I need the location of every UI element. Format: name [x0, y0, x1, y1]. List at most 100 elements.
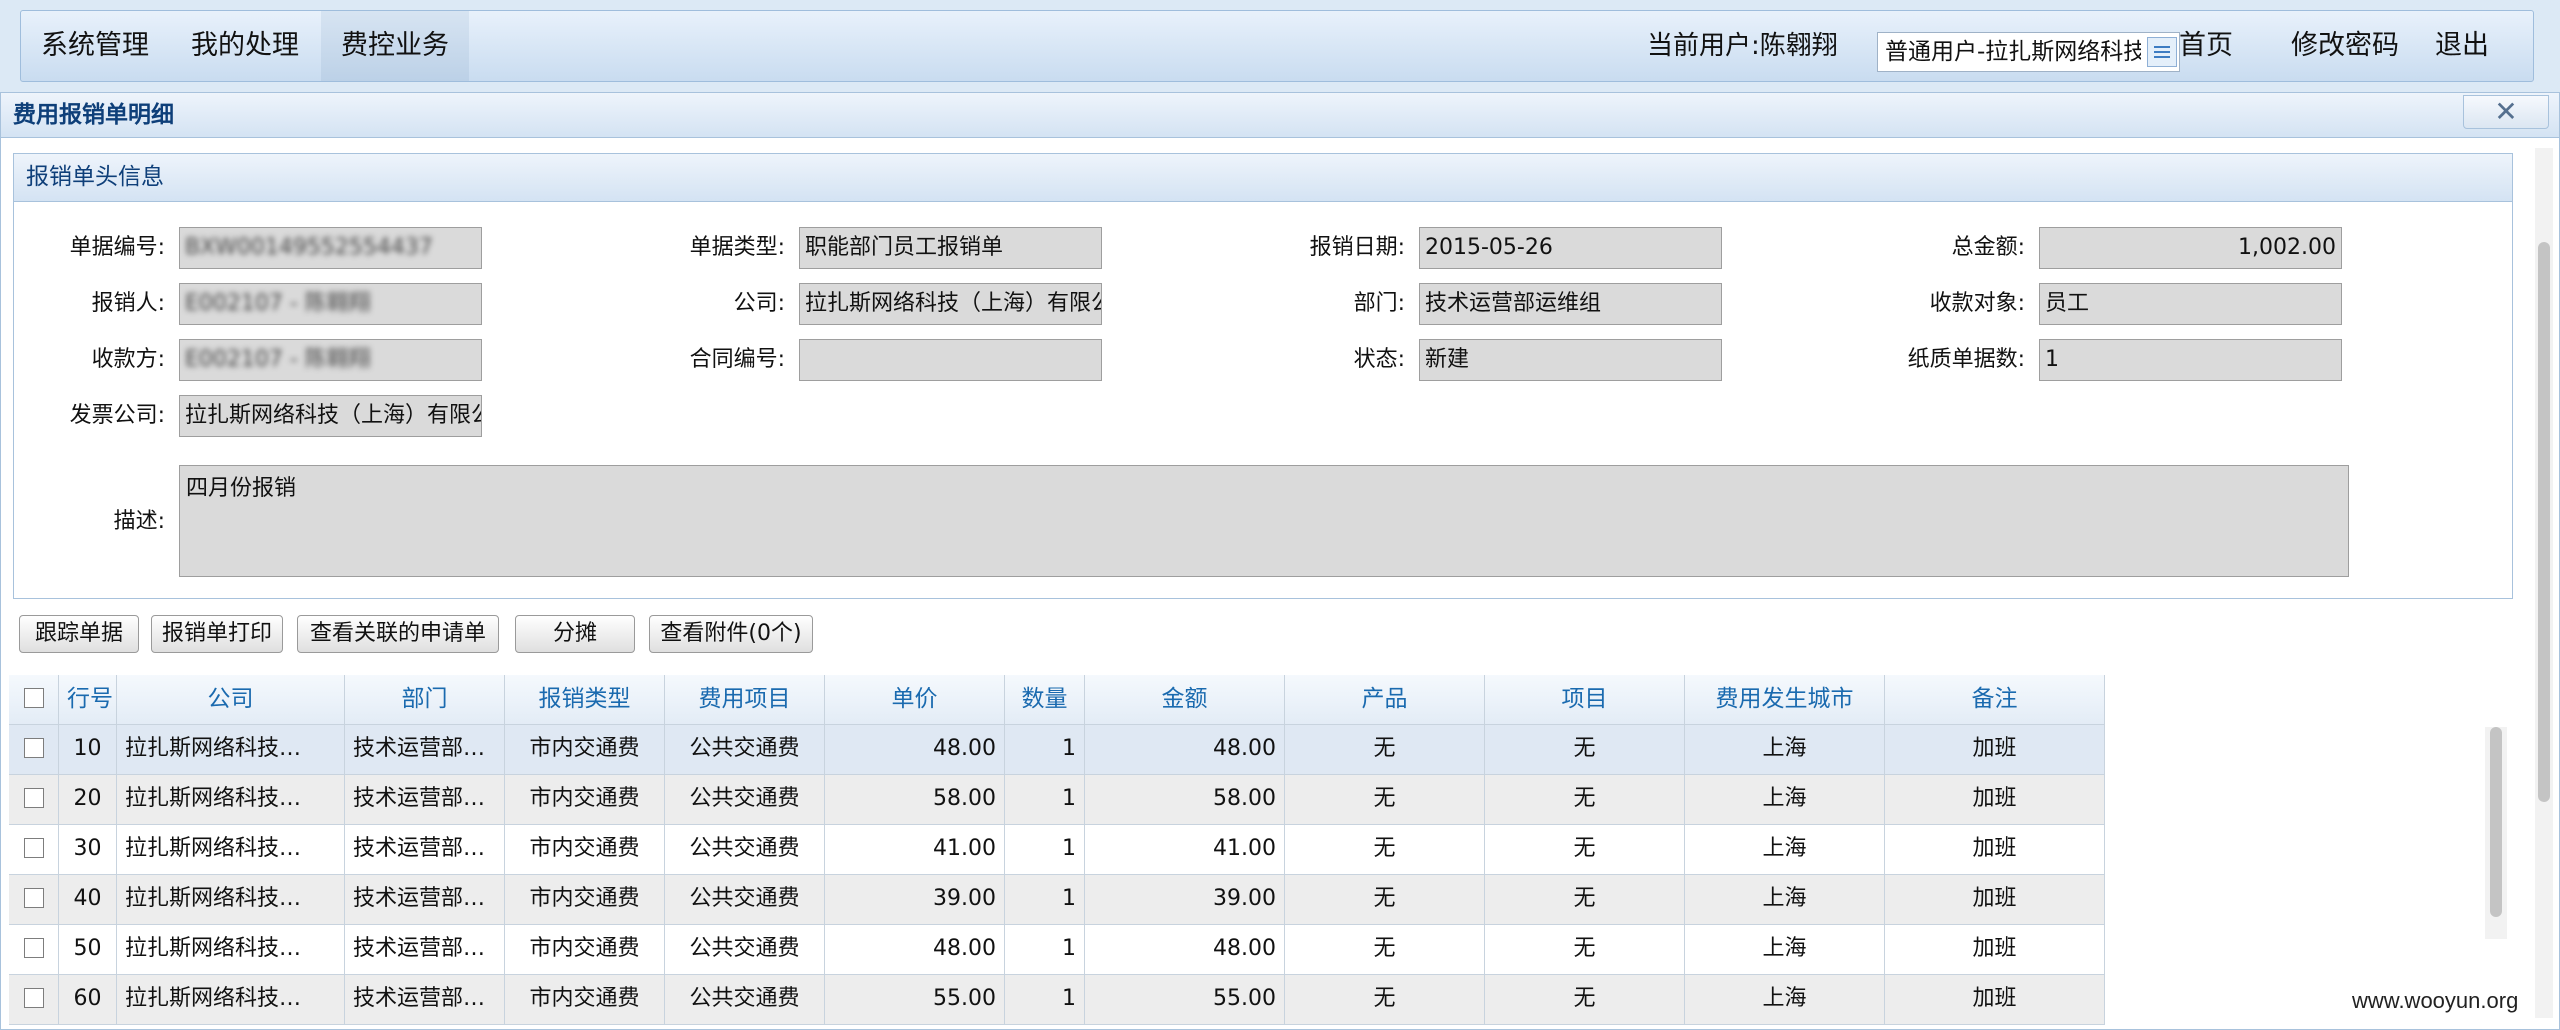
col-header-company[interactable]: 公司 — [117, 675, 345, 725]
select-all-checkbox[interactable] — [23, 688, 44, 708]
claim-date-field: 2015-05-26 — [1419, 227, 1722, 269]
cell-city: 上海 — [1685, 775, 1885, 825]
allocate-button[interactable]: 分摊 — [515, 615, 635, 653]
row-checkbox-cell[interactable] — [9, 725, 59, 775]
row-checkbox-cell[interactable] — [9, 825, 59, 875]
view-related-request-button[interactable]: 查看关联的申请单 — [297, 615, 499, 653]
paper-docs-label: 纸质单据数: — [1907, 347, 2025, 372]
cell-project: 无 — [1485, 975, 1685, 1025]
user-role-select[interactable]: 普通用户-拉扎斯网络科技 — [1877, 32, 2180, 72]
cell-product: 无 — [1285, 775, 1485, 825]
cell-remark: 加班 — [1885, 825, 2105, 875]
current-user-label: 当前用户:陈翱翔 — [1647, 31, 1838, 61]
cell-product: 无 — [1285, 975, 1485, 1025]
track-document-button[interactable]: 跟踪单据 — [19, 615, 139, 653]
row-checkbox[interactable] — [23, 787, 44, 808]
row-checkbox-cell[interactable] — [9, 925, 59, 975]
cell-amount: 39.00 — [1085, 875, 1285, 925]
doc-no-value: BXW00149552554437 — [185, 235, 433, 260]
cell-remark: 加班 — [1885, 875, 2105, 925]
cell-claim-type: 市内交通费 — [505, 775, 665, 825]
print-claim-button[interactable]: 报销单打印 — [151, 615, 283, 653]
cell-line-no: 50 — [59, 925, 117, 975]
col-header-claim-type[interactable]: 报销类型 — [505, 675, 665, 725]
watermark: www.wooyun.org — [2352, 988, 2519, 1013]
col-header-line-no[interactable]: 行号 — [59, 675, 117, 725]
claimant-label: 报销人: — [91, 291, 165, 316]
cell-company: 拉扎斯网络科技… — [117, 975, 345, 1025]
logout-link[interactable]: 退出 — [2435, 11, 2489, 81]
row-checkbox-cell[interactable] — [9, 775, 59, 825]
grid-scrollbar-thumb[interactable] — [2490, 727, 2502, 917]
col-header-remark[interactable]: 备注 — [1885, 675, 2105, 725]
col-header-unit-price[interactable]: 单价 — [825, 675, 1005, 725]
payee-field: E002107 - 陈翱翔 — [179, 339, 482, 381]
cell-line-no: 30 — [59, 825, 117, 875]
cell-unit-price: 55.00 — [825, 975, 1005, 1025]
list-icon[interactable] — [2147, 37, 2177, 67]
cell-expense-item: 公共交通费 — [665, 725, 825, 775]
cell-project: 无 — [1485, 775, 1685, 825]
select-all-checkbox-cell[interactable] — [9, 675, 59, 725]
paper-docs-field: 1 — [2039, 339, 2342, 381]
grid-scrollbar[interactable] — [2485, 727, 2507, 939]
cell-product: 无 — [1285, 825, 1485, 875]
row-checkbox[interactable] — [23, 987, 44, 1008]
contract-no-field — [799, 339, 1102, 381]
menu-expense-control[interactable]: 费控业务 — [321, 11, 469, 81]
col-header-quantity[interactable]: 数量 — [1005, 675, 1085, 725]
claimant-value: E002107 - 陈翱翔 — [185, 291, 371, 316]
col-header-product[interactable]: 产品 — [1285, 675, 1485, 725]
cell-unit-price: 58.00 — [825, 775, 1005, 825]
row-checkbox[interactable] — [23, 937, 44, 958]
cell-expense-item: 公共交通费 — [665, 875, 825, 925]
row-checkbox[interactable] — [23, 737, 44, 758]
payee-value: E002107 - 陈翱翔 — [185, 347, 371, 372]
menu-my-tasks[interactable]: 我的处理 — [171, 11, 319, 81]
col-header-city[interactable]: 费用发生城市 — [1685, 675, 1885, 725]
cell-expense-item: 公共交通费 — [665, 925, 825, 975]
cell-quantity: 1 — [1005, 925, 1085, 975]
cell-claim-type: 市内交通费 — [505, 825, 665, 875]
doc-type-field: 职能部门员工报销单 — [799, 227, 1102, 269]
row-checkbox-cell[interactable] — [9, 875, 59, 925]
col-header-department[interactable]: 部门 — [345, 675, 505, 725]
total-amount-label: 总金额: — [1951, 235, 2025, 260]
company-label: 公司: — [733, 291, 785, 316]
cell-claim-type: 市内交通费 — [505, 975, 665, 1025]
cell-quantity: 1 — [1005, 975, 1085, 1025]
cell-project: 无 — [1485, 875, 1685, 925]
user-role-select-value: 普通用户-拉扎斯网络科技 — [1885, 39, 2141, 65]
view-attachments-button[interactable]: 查看附件(0个) — [649, 615, 813, 653]
expense-lines-grid: 行号 公司 部门 报销类型 费用项目 单价 数量 金额 产品 项目 费用发生城市… — [9, 675, 2513, 1025]
close-icon[interactable]: ✕ — [2463, 95, 2549, 129]
col-header-expense-item[interactable]: 费用项目 — [665, 675, 825, 725]
row-checkbox[interactable] — [23, 887, 44, 908]
col-header-amount[interactable]: 金额 — [1085, 675, 1285, 725]
cell-project: 无 — [1485, 825, 1685, 875]
menu-system-management[interactable]: 系统管理 — [21, 11, 169, 81]
cell-city: 上海 — [1685, 825, 1885, 875]
change-password-link[interactable]: 修改密码 — [2291, 11, 2399, 81]
cell-remark: 加班 — [1885, 975, 2105, 1025]
row-checkbox[interactable] — [23, 837, 44, 858]
scrollbar-thumb[interactable] — [2538, 242, 2550, 802]
home-link[interactable]: 首页 — [2179, 11, 2233, 81]
description-label: 描述: — [113, 509, 165, 534]
department-field: 技术运营部运维组 — [1419, 283, 1722, 325]
col-header-project[interactable]: 项目 — [1485, 675, 1685, 725]
cell-department: 技术运营部… — [345, 925, 505, 975]
total-amount-field: 1,002.00 — [2039, 227, 2342, 269]
row-checkbox-cell[interactable] — [9, 975, 59, 1025]
cell-company: 拉扎斯网络科技… — [117, 725, 345, 775]
cell-unit-price: 48.00 — [825, 925, 1005, 975]
header-panel-title: 报销单头信息 — [14, 154, 2512, 202]
description-field: 四月份报销 — [179, 465, 2349, 577]
invoice-company-field: 拉扎斯网络科技（上海）有限公司 — [179, 395, 482, 437]
expense-detail-window: 费用报销单明细 ✕ 报销单头信息 单据编号: BXW00149552554437… — [0, 92, 2560, 1030]
cell-project: 无 — [1485, 925, 1685, 975]
cell-company: 拉扎斯网络科技… — [117, 875, 345, 925]
window-scrollbar[interactable] — [2535, 148, 2553, 1018]
cell-expense-item: 公共交通费 — [665, 775, 825, 825]
cell-expense-item: 公共交通费 — [665, 975, 825, 1025]
